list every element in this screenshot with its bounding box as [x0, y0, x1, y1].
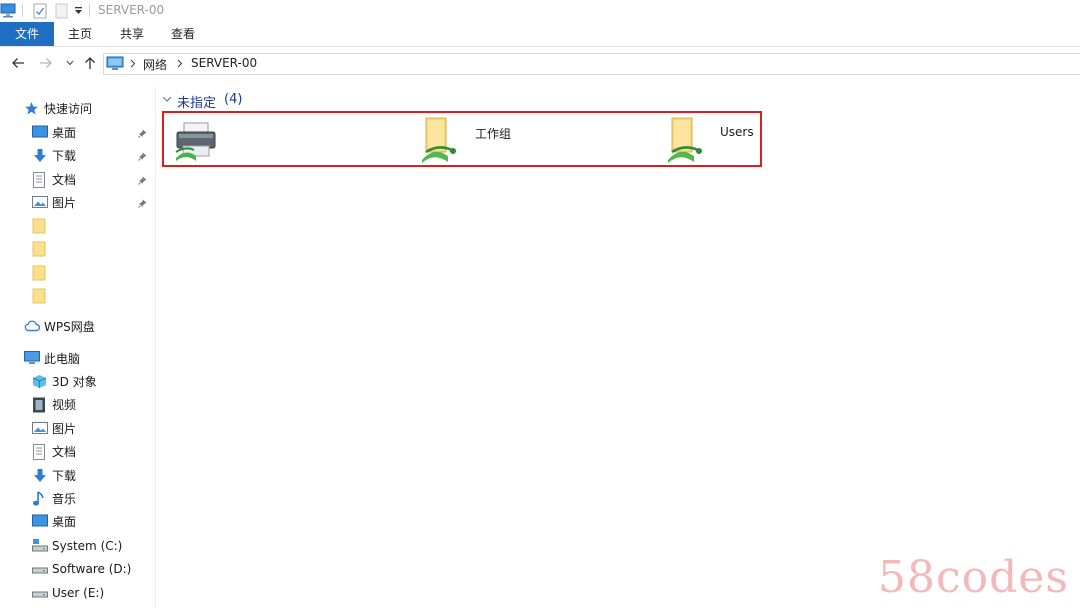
computer-icon [24, 351, 40, 365]
sidebar-item-label: 3D 对象 [52, 375, 97, 389]
sidebar-item-label: 图片 [52, 422, 77, 436]
folder-icon[interactable] [32, 218, 46, 234]
new-folder-icon[interactable] [55, 3, 68, 19]
sidebar-item-label: 音乐 [52, 492, 77, 506]
item-label: Users [720, 125, 754, 139]
tab-home[interactable]: 主页 [56, 22, 104, 46]
pin-icon[interactable] [138, 199, 147, 208]
drive-icon [32, 585, 48, 599]
sidebar-item-label: 文档 [52, 445, 77, 459]
navigation-pane: 快速访问 桌面 下载 文档 图片 WPS网盘 此电脑 3D 对象 视频 图片 文… [0, 86, 156, 608]
breadcrumb-network[interactable]: 网络 [143, 56, 167, 73]
cloud-icon [24, 319, 40, 332]
system-drive-icon [32, 538, 48, 552]
network-pc-icon [106, 56, 124, 71]
breadcrumb-chevron-icon[interactable] [177, 59, 183, 68]
group-count: (4) [224, 92, 243, 107]
tab-view[interactable]: 查看 [159, 22, 207, 46]
download-arrow-icon [32, 148, 48, 163]
network-printer-icon[interactable] [174, 120, 218, 162]
film-icon [32, 397, 46, 413]
sidebar-item-label: 下载 [52, 469, 77, 483]
recent-locations-chevron-icon[interactable] [66, 60, 74, 66]
sidebar-item-label: 快速访问 [44, 102, 93, 116]
breadcrumb-server[interactable]: SERVER-00 [191, 56, 257, 70]
up-arrow-icon[interactable] [84, 56, 96, 70]
music-note-icon [32, 491, 46, 507]
star-icon [24, 101, 39, 116]
breadcrumb-chevron-icon[interactable] [130, 59, 136, 68]
sidebar-item-label: Software (D:) [52, 562, 132, 576]
sidebar-item-label: User (E:) [52, 586, 105, 600]
document-icon [32, 444, 46, 460]
item-label: 工作组 [475, 127, 512, 141]
pin-icon[interactable] [138, 129, 147, 138]
sidebar-item-label: 桌面 [52, 515, 77, 529]
pin-icon[interactable] [138, 152, 147, 161]
sidebar-item-label: System (C:) [52, 539, 123, 553]
properties-icon[interactable] [33, 3, 47, 19]
group-label: 未指定 [177, 96, 217, 111]
sidebar-item-label: 文档 [52, 173, 77, 187]
forward-arrow-icon[interactable] [39, 57, 53, 69]
sidebar-item-label: 图片 [52, 196, 77, 210]
chevron-down-icon[interactable] [162, 96, 172, 103]
window-title: SERVER-00 [98, 3, 165, 17]
sidebar-item-label: 桌面 [52, 126, 77, 140]
shared-folder-icon[interactable] [420, 116, 460, 164]
title-separator [22, 4, 23, 17]
folder-icon[interactable] [32, 241, 46, 257]
sidebar-item-label: 下载 [52, 149, 77, 163]
back-arrow-icon[interactable] [11, 57, 25, 69]
desktop-icon [32, 125, 48, 139]
picture-icon [32, 195, 48, 209]
sidebar-item-label: 视频 [52, 398, 77, 412]
watermark: 58codes [878, 552, 1069, 603]
computer-icon[interactable] [0, 3, 16, 18]
shared-folder-icon[interactable] [666, 116, 706, 164]
tab-file[interactable]: 文件 [0, 22, 54, 46]
picture-icon [32, 421, 48, 435]
desktop-icon [32, 514, 48, 528]
tab-share[interactable]: 共享 [108, 22, 156, 46]
sidebar-item-label: WPS网盘 [44, 320, 95, 334]
sidebar-item-label: 此电脑 [44, 352, 81, 366]
customize-toolbar-icon[interactable] [74, 6, 83, 16]
folder-icon[interactable] [32, 265, 46, 281]
folder-icon[interactable] [32, 288, 46, 304]
title-separator [89, 4, 90, 17]
drive-icon [32, 561, 48, 575]
cube-icon [32, 374, 47, 389]
pin-icon[interactable] [138, 176, 147, 185]
pane-divider[interactable] [155, 86, 156, 608]
download-arrow-icon [32, 468, 48, 483]
ribbon-tabs: 文件 主页 共享 查看 [0, 22, 1080, 47]
document-icon [32, 172, 46, 188]
address-bar[interactable]: 网络 SERVER-00 [103, 53, 1080, 75]
